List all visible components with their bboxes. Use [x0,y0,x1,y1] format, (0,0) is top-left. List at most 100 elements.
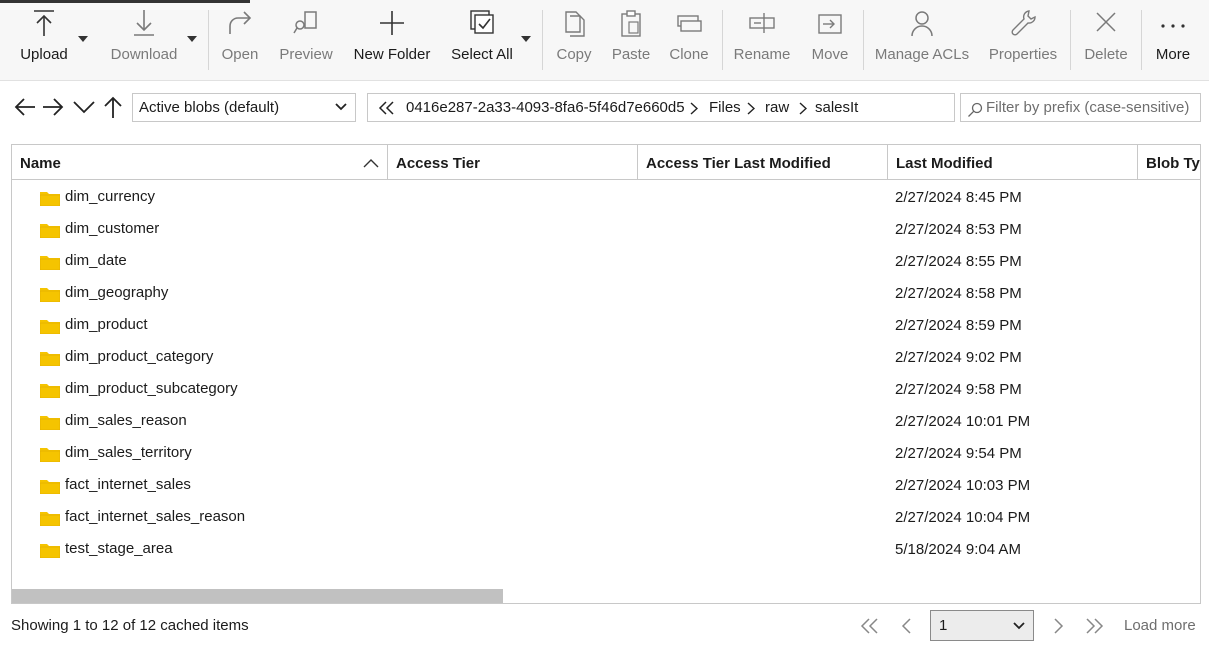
table-row[interactable]: dim_product_subcategory 2/27/2024 9:58 PM [12,373,1200,405]
folder-icon [40,192,60,206]
toolbar-separator [863,10,864,70]
chevron-right-icon [690,102,698,115]
forward-button[interactable] [40,93,66,121]
toolbar-separator [208,10,209,70]
table-row[interactable]: dim_product_category 2/27/2024 9:02 PM [12,341,1200,373]
folder-icon [40,384,60,398]
last-modified-cell: 2/27/2024 9:02 PM [895,349,1022,366]
table-row[interactable]: test_stage_area 5/18/2024 9:04 AM [12,533,1200,565]
folder-name[interactable]: dim_product_subcategory [65,380,238,397]
folder-name[interactable]: fact_internet_sales_reason [65,508,245,525]
table-row[interactable]: dim_geography 2/27/2024 8:58 PM [12,277,1200,309]
last-modified-cell: 5/18/2024 9:04 AM [895,541,1021,558]
more-label: More [1155,46,1191,63]
table-row[interactable]: dim_sales_reason 2/27/2024 10:01 PM [12,405,1200,437]
last-modified-cell: 2/27/2024 8:59 PM [895,317,1022,334]
up-button[interactable] [100,93,126,121]
manage-acls-label: Manage ACLs [874,46,970,63]
folder-name[interactable]: test_stage_area [65,540,173,557]
blob-type-select[interactable]: Active blobs (default) [132,93,356,122]
table-row[interactable]: dim_date 2/27/2024 8:55 PM [12,245,1200,277]
upload-button[interactable]: Upload [14,8,74,74]
recent-locations-button[interactable] [71,93,97,121]
last-modified-cell: 2/27/2024 10:03 PM [895,477,1031,494]
breadcrumb-salesit[interactable]: salesIt [815,99,858,116]
new-folder-button[interactable]: New Folder [348,8,436,74]
rename-button[interactable]: Rename [732,8,792,74]
column-header-name[interactable]: Name [12,145,388,180]
load-more-button[interactable]: Load more [1124,617,1196,634]
folder-name[interactable]: dim_sales_reason [65,412,187,429]
upload-label: Upload [20,46,68,63]
folder-name[interactable]: dim_currency [65,188,155,205]
column-header-access-tier-last-modified-label: Access Tier Last Modified [646,155,831,172]
paste-button[interactable]: Paste [608,8,654,74]
previous-page-button[interactable] [896,615,920,637]
preview-icon [293,11,317,34]
plus-icon [380,11,404,35]
folder-icon [40,256,60,270]
toolbar-separator [1070,10,1071,70]
column-header-access-tier[interactable]: Access Tier [388,145,638,180]
rename-icon [749,13,775,33]
person-icon [911,11,933,37]
folder-name[interactable]: fact_internet_sales [65,476,191,493]
chevron-down-icon [335,103,347,111]
column-header-blob-type[interactable]: Blob Type [1138,145,1200,180]
select-all-dropdown-icon[interactable] [521,36,531,42]
download-button[interactable]: Download [106,8,182,74]
breadcrumb-raw[interactable]: raw [765,99,789,116]
folder-name[interactable]: dim_product_category [65,348,213,365]
table-row[interactable]: fact_internet_sales 2/27/2024 10:03 PM [12,469,1200,501]
table-row[interactable]: dim_product 2/27/2024 8:59 PM [12,309,1200,341]
folder-name[interactable]: dim_sales_territory [65,444,192,461]
open-button[interactable]: Open [216,8,264,74]
arrow-left-icon [14,98,35,116]
chevron-left-icon [901,618,911,634]
filter-placeholder: Filter by prefix (case-sensitive) [986,99,1190,116]
first-page-button[interactable] [858,615,882,637]
last-page-button[interactable] [1082,615,1106,637]
breadcrumb-files[interactable]: Files [709,99,741,116]
properties-button[interactable]: Properties [984,8,1062,74]
upload-icon [34,10,54,36]
more-button[interactable]: More [1150,8,1196,74]
last-modified-cell: 2/27/2024 10:04 PM [895,509,1031,526]
folder-name[interactable]: dim_product [65,316,148,333]
chevron-down-icon [1013,622,1025,630]
column-header-access-tier-last-modified[interactable]: Access Tier Last Modified [638,145,888,180]
folder-name[interactable]: dim_geography [65,284,168,301]
double-chevron-left-icon[interactable] [378,101,396,115]
preview-label: Preview [279,46,333,63]
select-all-button[interactable]: Select All [446,8,518,74]
download-label: Download [110,46,178,63]
download-dropdown-icon[interactable] [187,36,197,42]
manage-acls-button[interactable]: Manage ACLs [872,8,972,74]
new-folder-label: New Folder [353,46,431,63]
table-row[interactable]: dim_currency 2/27/2024 8:45 PM [12,181,1200,213]
clone-icon [677,15,702,32]
move-button[interactable]: Move [806,8,854,74]
back-button[interactable] [12,93,38,121]
page-select[interactable]: 1 [930,610,1034,641]
upload-dropdown-icon[interactable] [78,36,88,42]
filter-prefix-input[interactable]: Filter by prefix (case-sensitive) [960,93,1201,122]
folder-name[interactable]: dim_customer [65,220,159,237]
folder-name[interactable]: dim_date [65,252,127,269]
clone-button[interactable]: Clone [664,8,714,74]
toolbar-separator [542,10,543,70]
table-row[interactable]: fact_internet_sales_reason 2/27/2024 10:0… [12,501,1200,533]
breadcrumb-container[interactable]: 0416e287-2a33-4093-8fa6-5f46d7e660d5 [406,99,685,116]
table-row[interactable]: dim_sales_territory 2/27/2024 9:54 PM [12,437,1200,469]
copy-button[interactable]: Copy [552,8,596,74]
arrow-right-icon [43,98,64,116]
horizontal-scrollbar[interactable] [12,589,503,603]
preview-button[interactable]: Preview [276,8,336,74]
delete-label: Delete [1084,46,1128,63]
next-page-button[interactable] [1046,615,1070,637]
double-chevron-left-icon [860,618,878,634]
delete-button[interactable]: Delete [1080,8,1132,74]
column-header-last-modified[interactable]: Last Modified [888,145,1138,180]
last-modified-cell: 2/27/2024 8:55 PM [895,253,1022,270]
table-row[interactable]: dim_customer 2/27/2024 8:53 PM [12,213,1200,245]
